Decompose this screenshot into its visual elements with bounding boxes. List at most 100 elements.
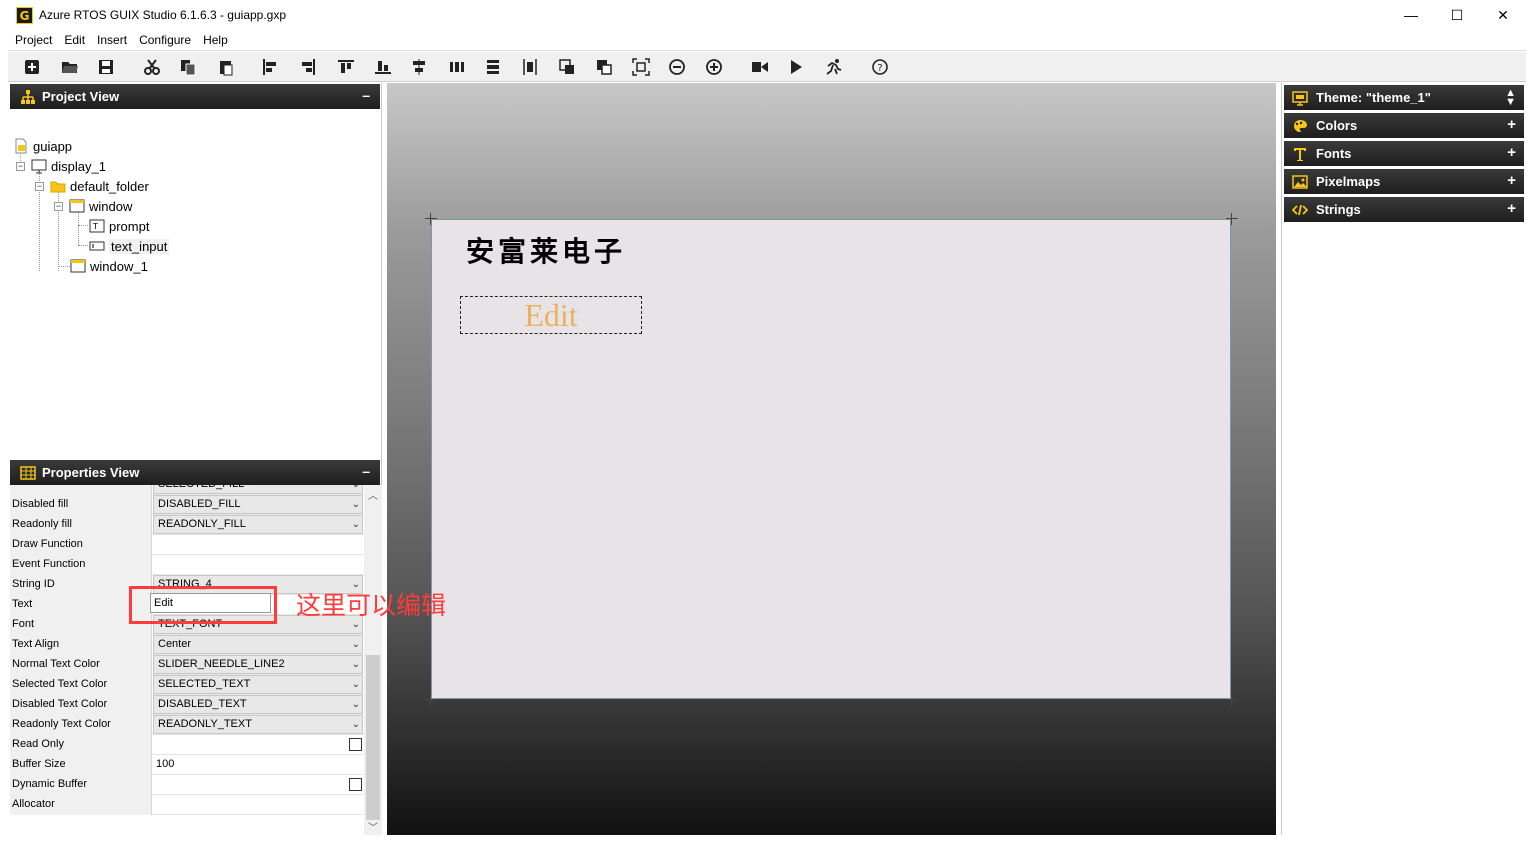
fit-screen-icon[interactable] <box>631 57 651 77</box>
distribute-h-icon[interactable] <box>447 57 467 77</box>
paste-icon[interactable] <box>216 57 236 77</box>
pixelmaps-section-header[interactable]: Pixelmaps + <box>1284 169 1524 194</box>
property-combo[interactable]: READONLY_TEXT ⌄ <box>153 715 363 734</box>
help-icon[interactable]: ? <box>870 57 890 77</box>
property-value: READONLY_FILL <box>158 518 246 530</box>
open-folder-icon[interactable] <box>60 57 80 77</box>
collapse-toggle-icon[interactable]: − <box>35 181 44 191</box>
design-window[interactable]: 安富莱电子 Edit <box>431 219 1231 699</box>
align-top-icon[interactable] <box>336 57 356 77</box>
property-label: Readonly Text Color <box>10 715 152 735</box>
project-tree-icon <box>20 89 36 105</box>
chevron-down-icon[interactable]: ⌄ <box>352 656 360 673</box>
save-icon[interactable] <box>96 57 116 77</box>
text-input-widget[interactable]: Edit <box>460 296 642 334</box>
scroll-up-icon[interactable]: ︿ <box>364 487 382 503</box>
align-center-h-icon[interactable] <box>409 57 429 77</box>
scroll-thumb[interactable] <box>366 655 380 820</box>
property-checkbox[interactable] <box>349 738 362 751</box>
send-back-icon[interactable] <box>594 57 614 77</box>
tree-item-window[interactable]: − window <box>54 196 132 216</box>
zoom-in-icon[interactable] <box>704 57 724 77</box>
menu-insert[interactable]: Insert <box>91 30 133 51</box>
property-checkbox-cell[interactable] <box>152 775 364 794</box>
tree-connector <box>58 266 70 267</box>
app-logo-icon: G <box>16 6 33 24</box>
chevron-down-icon[interactable]: ⌄ <box>352 716 360 733</box>
menu-edit[interactable]: Edit <box>58 30 91 51</box>
property-combo[interactable]: DISABLED_FILL ⌄ <box>153 495 363 514</box>
project-view-title: Project View <box>42 89 120 104</box>
chevron-down-icon[interactable]: ⌄ <box>352 676 360 693</box>
align-right-icon[interactable] <box>298 57 318 77</box>
property-text-field[interactable] <box>152 795 364 814</box>
colors-section-label: Colors <box>1316 118 1358 133</box>
align-bottom-icon[interactable] <box>373 57 393 77</box>
tree-item-text-input[interactable]: text_input <box>89 236 170 256</box>
property-label: Event Function <box>10 555 152 575</box>
expand-strings-icon[interactable]: + <box>1507 200 1516 217</box>
collapse-toggle-icon[interactable]: − <box>54 201 63 211</box>
bring-front-icon[interactable] <box>557 57 577 77</box>
expand-colors-icon[interactable]: + <box>1507 116 1516 133</box>
property-value: DISABLED_TEXT <box>158 698 247 710</box>
window-icon <box>70 258 86 274</box>
align-center-v-icon[interactable] <box>520 57 540 77</box>
chevron-down-icon[interactable]: ⌄ <box>352 496 360 513</box>
tree-item-default-folder[interactable]: − default_folder <box>35 176 149 196</box>
chevron-down-icon[interactable]: ⌄ <box>352 516 360 533</box>
copy-icon[interactable] <box>178 57 198 77</box>
property-combo[interactable]: READONLY_FILL ⌄ <box>153 515 363 534</box>
menu-configure[interactable]: Configure <box>133 30 197 51</box>
theme-monitor-icon <box>1292 90 1308 106</box>
property-combo[interactable]: SELECTED_TEXT ⌄ <box>153 675 363 694</box>
colors-section-header[interactable]: Colors + <box>1284 113 1524 138</box>
property-row: Readonly fill READONLY_FILL ⌄ <box>10 515 364 535</box>
zoom-out-icon[interactable] <box>667 57 687 77</box>
strings-section-header[interactable]: Strings + <box>1284 197 1524 222</box>
property-checkbox-cell[interactable] <box>152 735 364 754</box>
property-combo[interactable]: Center ⌄ <box>153 635 363 654</box>
expand-fonts-icon[interactable]: + <box>1507 144 1516 161</box>
collapse-toggle-icon[interactable]: − <box>16 161 25 171</box>
chevron-down-icon[interactable]: ⌄ <box>352 485 360 493</box>
property-text-field[interactable] <box>152 535 364 554</box>
maximize-button[interactable]: ☐ <box>1434 0 1480 30</box>
tree-item-guiapp[interactable]: guiapp <box>13 136 72 156</box>
theme-spinner-icon[interactable]: ▲ ▼ <box>1505 88 1516 108</box>
scroll-down-icon[interactable]: ﹀ <box>364 819 382 835</box>
tree-item-display-1[interactable]: − display_1 <box>16 156 106 176</box>
close-button[interactable]: ✕ <box>1480 0 1526 30</box>
pixelmaps-section-label: Pixelmaps <box>1316 174 1381 189</box>
expand-pixelmaps-icon[interactable]: + <box>1507 172 1516 189</box>
chevron-down-icon[interactable]: ⌄ <box>352 696 360 713</box>
run-app-icon[interactable] <box>824 57 844 77</box>
properties-scrollbar[interactable]: ︿ ﹀ <box>364 485 382 835</box>
fonts-section-header[interactable]: Fonts + <box>1284 141 1524 166</box>
prompt-widget[interactable]: 安富莱电子 <box>466 230 626 270</box>
cut-icon[interactable] <box>142 57 162 77</box>
property-checkbox[interactable] <box>349 778 362 791</box>
theme-header[interactable]: Theme: "theme_1" ▲ ▼ <box>1284 85 1524 110</box>
record-icon[interactable] <box>750 57 770 77</box>
property-combo[interactable]: SELECTED_FILL ⌄ <box>153 485 363 494</box>
menu-project[interactable]: Project <box>8 30 58 51</box>
property-label: Disabled Text Color <box>10 695 152 715</box>
tree-item-prompt[interactable]: T prompt <box>89 216 149 236</box>
project-view-collapse-button[interactable]: – <box>362 87 370 103</box>
tree-item-window-1[interactable]: window_1 <box>70 256 148 276</box>
property-combo[interactable]: DISABLED_TEXT ⌄ <box>153 695 363 714</box>
code-icon <box>1292 202 1308 218</box>
align-left-icon[interactable] <box>260 57 280 77</box>
theme-selector[interactable]: Theme: "theme_1" <box>1316 90 1431 105</box>
minimize-button[interactable]: — <box>1388 0 1434 30</box>
run-icon[interactable] <box>786 57 806 77</box>
property-text-field[interactable]: 100 <box>152 755 364 774</box>
property-text-field[interactable] <box>152 555 364 574</box>
menu-help[interactable]: Help <box>197 30 234 51</box>
properties-view-collapse-button[interactable]: – <box>362 463 370 479</box>
property-combo[interactable]: SLIDER_NEEDLE_LINE2 ⌄ <box>153 655 363 674</box>
chevron-down-icon[interactable]: ⌄ <box>352 636 360 653</box>
new-project-icon[interactable] <box>22 57 42 77</box>
distribute-v-icon[interactable] <box>483 57 503 77</box>
